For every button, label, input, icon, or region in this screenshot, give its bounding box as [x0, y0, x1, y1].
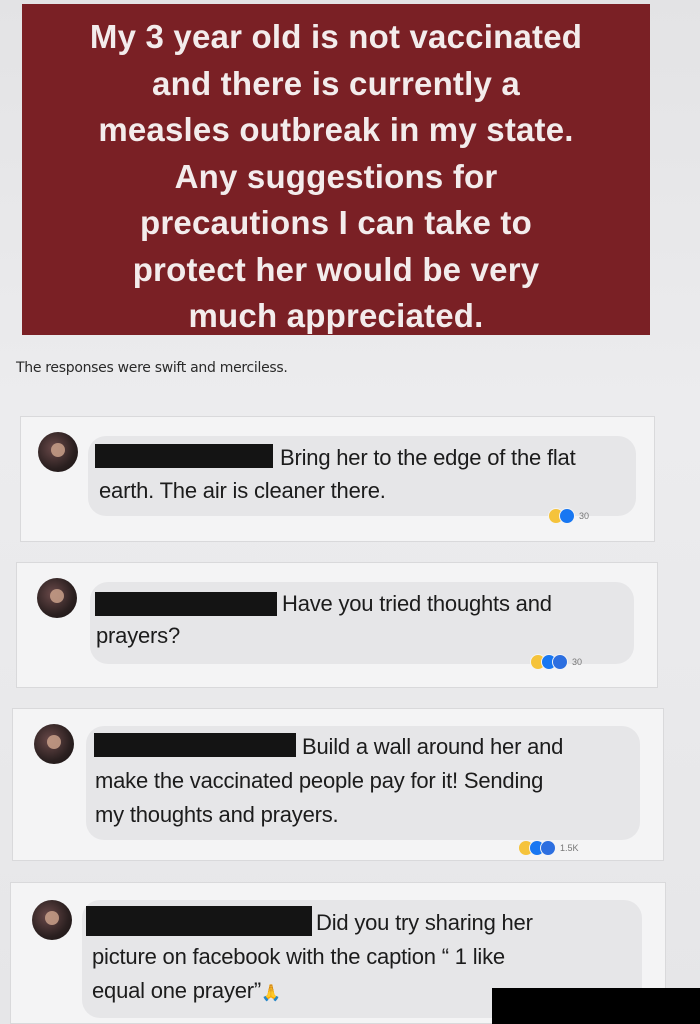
redacted-name — [95, 444, 273, 468]
avatar[interactable] — [34, 724, 74, 764]
comment-text: Have you tried thoughts and — [282, 591, 552, 616]
banner-line: protect her would be very — [132, 250, 540, 288]
reaction-count: 1.5K — [560, 843, 579, 853]
redacted-name — [95, 592, 277, 616]
comment-text: picture on facebook with the caption “ 1… — [92, 944, 505, 969]
folded-hands-icon: 🙏 — [261, 985, 281, 1002]
banner-line: Any suggestions for — [174, 157, 498, 195]
comment-text: make the vaccinated people pay for it! S… — [95, 768, 544, 793]
comment-text: Bring her to the edge of the flat — [280, 445, 576, 470]
reaction-summary[interactable]: 30 — [530, 654, 582, 670]
redacted-name — [94, 733, 296, 757]
banner-line: precautions I can take to — [140, 204, 532, 241]
avatar[interactable] — [38, 432, 78, 472]
comment-text: prayers? — [96, 623, 180, 648]
redaction-block — [492, 988, 700, 1024]
comment-text: equal one prayer”🙏 — [92, 974, 281, 1010]
reaction-summary[interactable]: 1.5K — [518, 840, 579, 856]
comment-text: Build a wall around her and — [302, 734, 564, 759]
reaction-count: 30 — [579, 511, 590, 521]
comment-text-segment: equal one prayer” — [92, 978, 262, 1003]
post-banner: My 3 year old is not vaccinated and ther… — [22, 4, 650, 335]
caption-text: The responses were swift and merciless. — [16, 360, 288, 376]
avatar[interactable] — [37, 578, 77, 618]
like-reaction-icon — [559, 508, 575, 524]
comment-text: my thoughts and prayers. — [95, 802, 339, 827]
reaction-summary[interactable]: 30 — [548, 508, 589, 524]
banner-line: much appreciated. — [188, 297, 484, 334]
care-reaction-icon — [540, 840, 556, 856]
care-reaction-icon — [552, 654, 568, 670]
reaction-count: 30 — [572, 657, 583, 667]
avatar[interactable] — [32, 900, 72, 940]
comment-text: Did you try sharing her — [316, 910, 533, 935]
banner-line: measles outbreak in my state. — [98, 111, 574, 148]
banner-line: and there is currently a — [152, 64, 520, 102]
comment-text: earth. The air is cleaner there. — [99, 478, 386, 503]
banner-text: My 3 year old is not vaccinated and ther… — [90, 14, 582, 340]
banner-line: My 3 year old is not vaccinated — [89, 18, 583, 55]
redacted-name — [86, 906, 312, 936]
